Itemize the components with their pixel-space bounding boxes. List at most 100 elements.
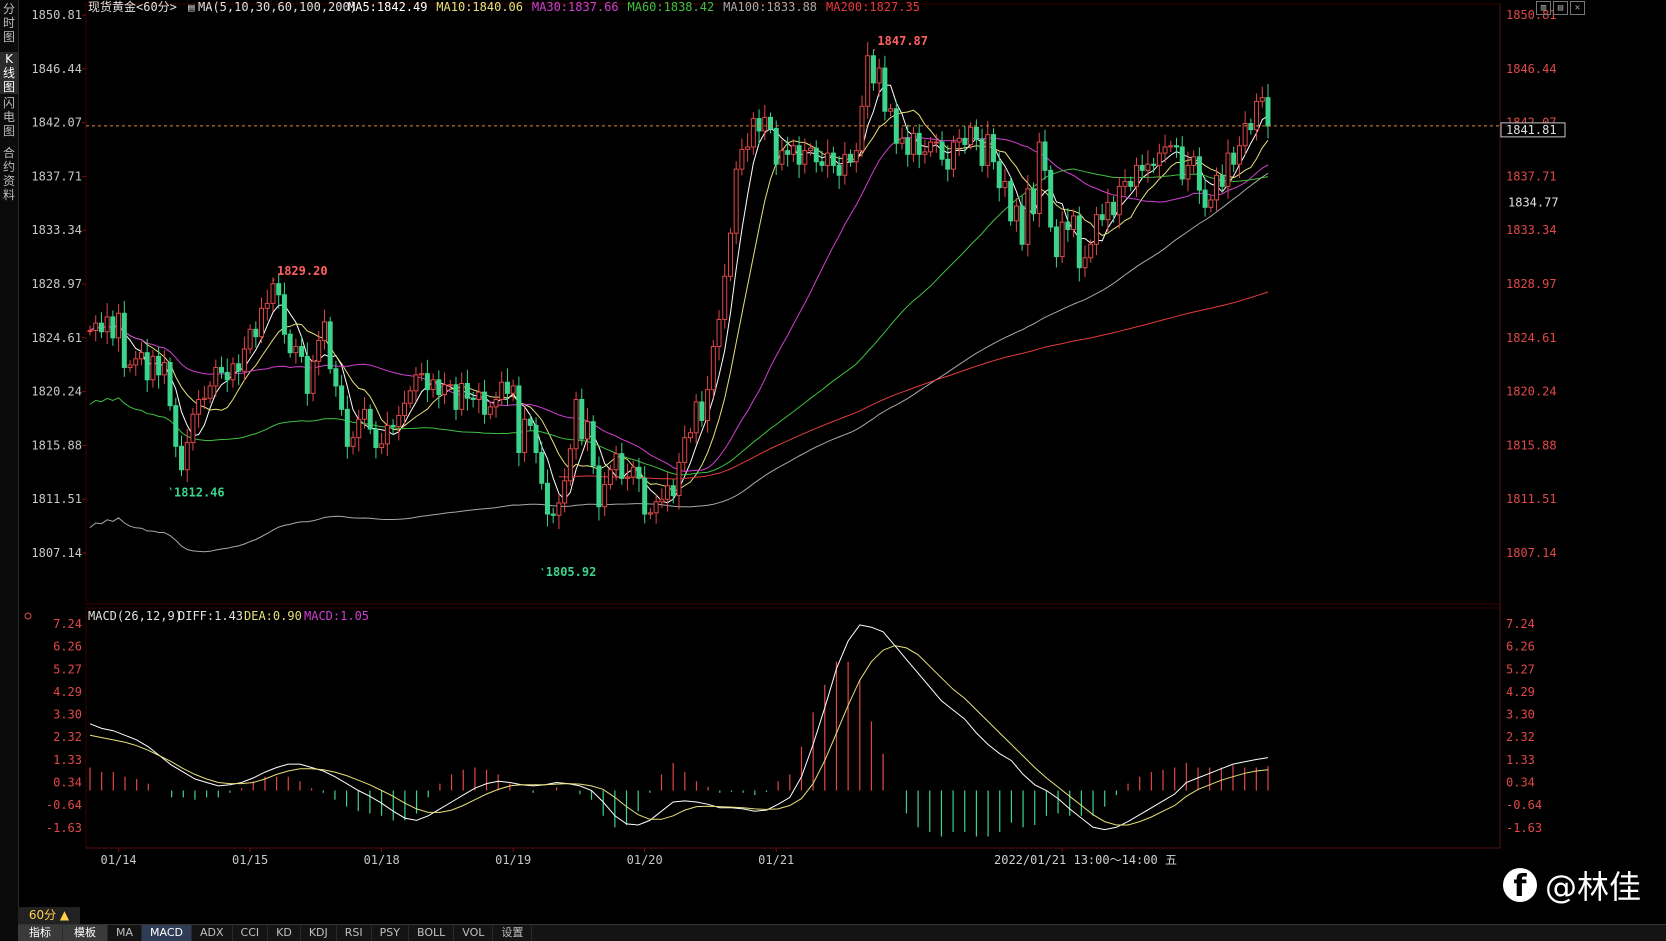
- candle-body: [859, 105, 865, 152]
- candle-body: [402, 402, 408, 417]
- candle-body: [310, 360, 316, 394]
- candle-body: [985, 134, 991, 166]
- candle-body: [510, 385, 516, 394]
- macd-settings-icon[interactable]: [24, 612, 32, 620]
- candle-body: [762, 116, 768, 132]
- candle-body: [533, 424, 539, 453]
- macd-tick-label-left: 6.26: [53, 640, 82, 654]
- candle-body: [110, 316, 116, 339]
- annotation-label: 1805.92: [546, 565, 597, 579]
- candle-body: [1036, 141, 1042, 214]
- candle-body: [316, 339, 322, 362]
- macd-dea-line: [89, 645, 1269, 826]
- period-selector[interactable]: 60分 ▲: [18, 907, 80, 924]
- candle-body: [379, 443, 385, 449]
- candle-body: [670, 485, 676, 497]
- candle-body: [790, 145, 796, 155]
- candle-body: [333, 368, 339, 387]
- candle-body: [487, 406, 493, 415]
- candle-body: [121, 312, 127, 368]
- candle-body: [590, 421, 596, 467]
- candle-body: [190, 413, 196, 444]
- chart[interactable]: 1850.811850.811846.441846.441842.071842.…: [0, 0, 1666, 924]
- indicator-tab-bar: 指标 模板 MA MACD ADX CCI KD KDJ RSI PSY BOLL VOL 设置: [18, 924, 1666, 941]
- candle-body: [1093, 214, 1099, 245]
- tab-rsi[interactable]: RSI: [337, 925, 372, 941]
- candle-body: [739, 148, 745, 170]
- tab-vol[interactable]: VOL: [454, 925, 494, 941]
- candle-body: [1145, 163, 1151, 171]
- candle-body: [178, 445, 184, 471]
- tab-adx[interactable]: ADX: [192, 925, 233, 941]
- close-icon[interactable]: ✕: [1570, 1, 1585, 15]
- candle-body: [865, 55, 871, 107]
- candle-body: [356, 418, 362, 439]
- macd-panel-frame: [85, 607, 1501, 849]
- split-icon[interactable]: ▤: [1553, 1, 1568, 15]
- candle-body: [87, 330, 93, 333]
- instrument-title: 现货黄金<60分>: [88, 0, 177, 14]
- tab-ma[interactable]: MA: [108, 925, 143, 941]
- price-tick-label-left: 1837.71: [31, 169, 82, 183]
- tab-cci[interactable]: CCI: [233, 925, 269, 941]
- candle-body: [1019, 205, 1025, 245]
- candle-body: [156, 355, 162, 376]
- candle-body: [1139, 164, 1145, 171]
- watermark-text: @林佳: [1545, 868, 1642, 906]
- candle-body: [493, 398, 499, 408]
- candle-body: [1008, 180, 1014, 222]
- tab-模板[interactable]: 模板: [63, 925, 108, 941]
- facebook-icon: f: [1503, 868, 1537, 904]
- macd-tick-label-left: 4.29: [53, 685, 82, 699]
- candle-body: [1231, 152, 1237, 165]
- candle-body: [213, 366, 219, 387]
- ma-value-label: MA30:1837.66: [532, 0, 619, 14]
- ma-value-label: MA10:1840.06: [436, 0, 523, 14]
- price-tick-label-left: 1824.61: [31, 331, 82, 345]
- ma-value-label: MA100:1833.88: [723, 0, 817, 14]
- candle-body: [1128, 180, 1134, 187]
- candle-body: [716, 318, 722, 348]
- candle-body: [767, 116, 773, 129]
- tab-psy[interactable]: PSY: [372, 925, 409, 941]
- candle-body: [870, 55, 876, 84]
- tab-设置[interactable]: 设置: [493, 925, 533, 941]
- candle-body: [407, 390, 413, 404]
- tab-boll[interactable]: BOLL: [409, 925, 455, 941]
- candle-body: [991, 134, 997, 163]
- tab-macd[interactable]: MACD: [142, 925, 192, 941]
- candle-body: [1065, 221, 1071, 230]
- price-tick-label-left: 1850.81: [31, 8, 82, 22]
- candle-body: [138, 352, 144, 360]
- candle-body: [596, 465, 602, 508]
- candle-body: [607, 469, 613, 486]
- candle-body: [104, 316, 110, 333]
- candle-body: [241, 348, 247, 372]
- macd-tick-label-right: 5.27: [1506, 662, 1535, 676]
- tab-指标[interactable]: 指标: [18, 925, 63, 941]
- candle-body: [945, 158, 951, 170]
- candle-body: [1265, 97, 1271, 127]
- candle-body: [522, 418, 528, 453]
- macd-tick-label-right: 2.32: [1506, 730, 1535, 744]
- candle-body: [785, 150, 791, 155]
- tab-kdj[interactable]: KDJ: [301, 925, 337, 941]
- price-tick-label-right: 1815.88: [1506, 438, 1557, 452]
- window-controls: ▥ ▤ ✕: [1536, 1, 1585, 15]
- candle-body: [745, 146, 751, 150]
- candle-body: [665, 485, 671, 500]
- candle-body: [905, 137, 911, 155]
- macd-tick-label-left: 5.27: [53, 662, 82, 676]
- macd-diff-line: [89, 624, 1269, 831]
- candle-body: [653, 501, 659, 514]
- layout-icon[interactable]: ▥: [1536, 1, 1551, 15]
- candle-body: [676, 461, 682, 497]
- candle-body: [1031, 188, 1037, 214]
- candle-body: [219, 366, 225, 373]
- candle-body: [682, 437, 688, 463]
- candle-body: [819, 161, 825, 166]
- price-tick-label-left: 1811.51: [31, 492, 82, 506]
- tab-kd[interactable]: KD: [268, 925, 301, 941]
- price-tick-label-right: 1846.44: [1506, 62, 1557, 76]
- candle-body: [1156, 152, 1162, 166]
